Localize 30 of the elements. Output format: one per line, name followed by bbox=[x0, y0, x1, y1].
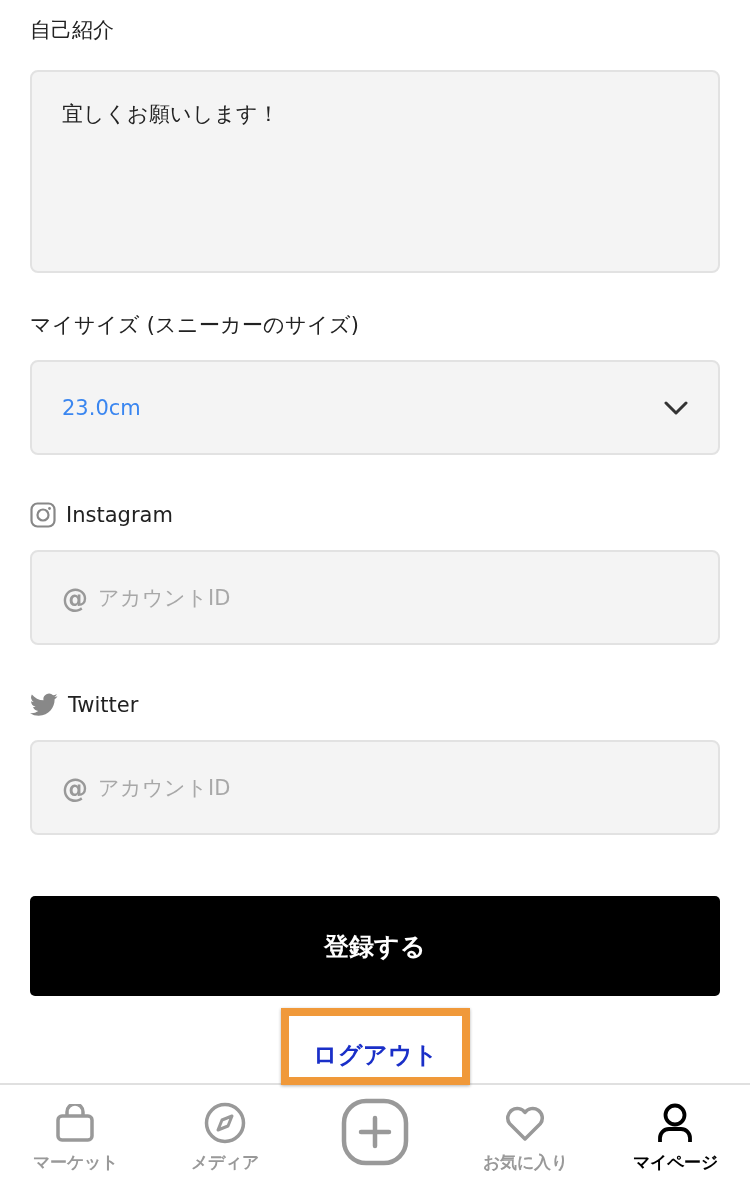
field-label: 自己紹介 bbox=[30, 17, 114, 44]
register-button[interactable]: 登録する bbox=[30, 896, 720, 996]
tab[interactable]: マーケット bbox=[0, 1085, 150, 1183]
tab-label: お気に入り bbox=[482, 1151, 568, 1173]
bio-field[interactable]: 宜しくお願いします！ bbox=[30, 70, 720, 273]
tab-label: メディア bbox=[191, 1151, 259, 1173]
logout-link[interactable]: ログアウト bbox=[312, 1040, 438, 1070]
field-label: マイサイズ (スニーカーのサイズ) bbox=[30, 312, 360, 339]
bird-icon bbox=[30, 693, 58, 717]
at-sign: @ bbox=[62, 772, 88, 803]
tab-label: マイページ bbox=[632, 1151, 718, 1173]
account-input[interactable]: アカウントID bbox=[98, 775, 598, 800]
compass-icon bbox=[204, 1102, 246, 1144]
tab[interactable]: マイページ bbox=[600, 1085, 750, 1183]
account-field[interactable]: @ アカウントID bbox=[30, 550, 720, 645]
bag-icon bbox=[55, 1104, 95, 1142]
person-icon bbox=[657, 1103, 693, 1143]
account-field[interactable]: @ アカウントID bbox=[30, 740, 720, 835]
chevron-down-icon bbox=[664, 400, 688, 415]
tab[interactable]: お気に入り bbox=[450, 1085, 600, 1183]
heart-icon bbox=[504, 1104, 546, 1142]
tab-label: マーケット bbox=[32, 1151, 118, 1173]
field-label: Instagram bbox=[66, 502, 173, 529]
plus-icon bbox=[341, 1098, 409, 1166]
field-label: Twitter bbox=[68, 692, 139, 719]
tab[interactable]: メディア bbox=[150, 1085, 300, 1183]
account-input[interactable]: アカウントID bbox=[98, 585, 598, 610]
size-select[interactable]: 23.0cm bbox=[30, 360, 720, 455]
camera-icon bbox=[30, 502, 56, 528]
at-sign: @ bbox=[62, 582, 88, 613]
